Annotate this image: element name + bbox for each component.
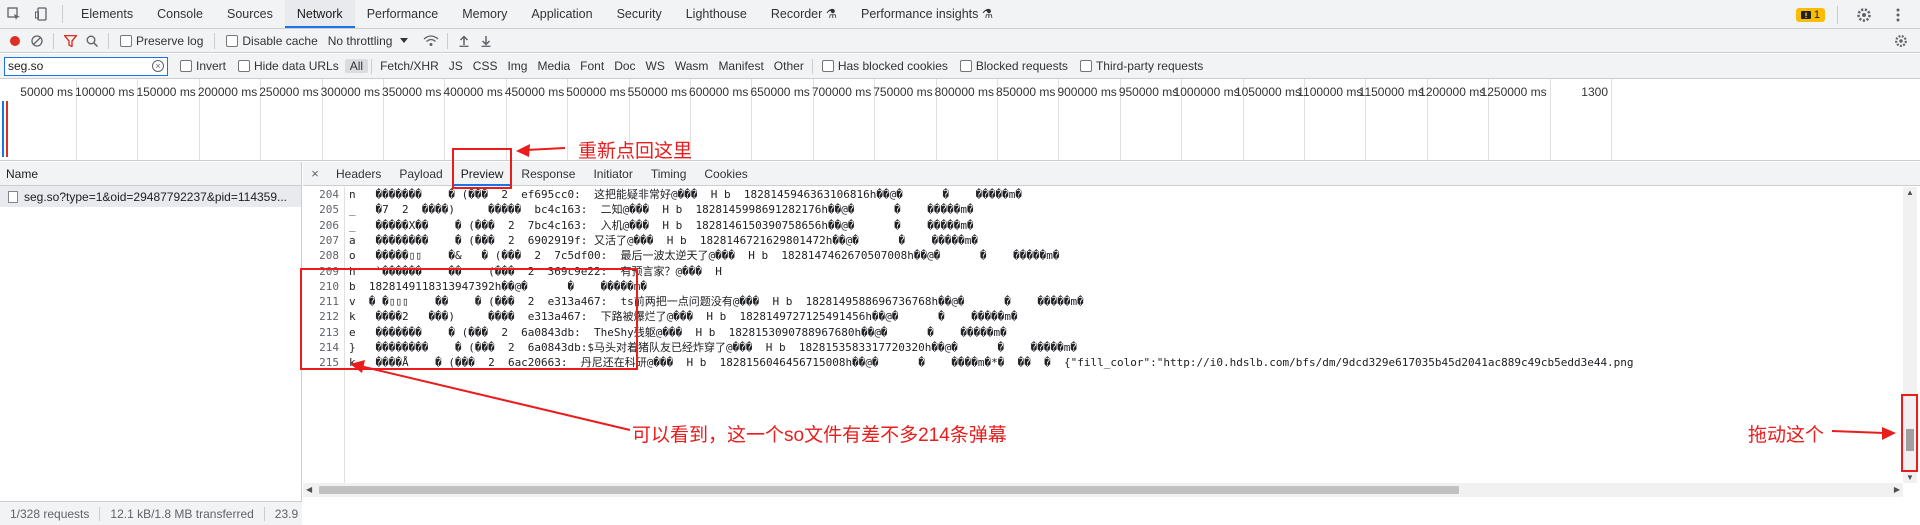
annotation-danmaku-count: 可以看到，这一个so文件有差不多214条弹幕	[632, 425, 1007, 446]
annotation-drag-this: 拖动这个	[1748, 425, 1825, 446]
arrow-to-preview-tab	[516, 144, 566, 157]
arrow-to-lines	[350, 360, 631, 431]
arrow-to-scrollbar	[1831, 427, 1896, 440]
annotation-click-preview: 重新点回这里	[578, 141, 693, 162]
